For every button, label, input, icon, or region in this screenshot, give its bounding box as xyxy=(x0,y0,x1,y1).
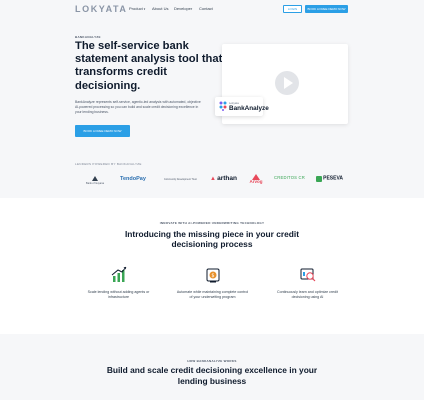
bankanalyze-logo-icon xyxy=(219,101,227,111)
partner-logo-cdt: Community Development Trust xyxy=(164,178,197,181)
feature-scale: Scale lending without adding agents or i… xyxy=(81,266,156,300)
svg-text:$: $ xyxy=(211,273,214,279)
hero-eyebrow: BANKANALYZE xyxy=(75,35,101,39)
hero-description: BankAnalyze represents self-service, age… xyxy=(75,100,201,114)
nav-link-contact[interactable]: Contact xyxy=(199,6,213,11)
hero-title: The self-service bank statement analysis… xyxy=(75,40,223,92)
section-title: Build and scale credit decisioning excel… xyxy=(106,365,318,386)
section-eyebrow: HOW BANKANALYZE WORKS xyxy=(187,359,237,363)
flame-icon: ▲ xyxy=(210,176,216,182)
partner-logo-text: PESEVA xyxy=(323,175,344,182)
partner-logo-creditos: CREDITOS CR xyxy=(274,175,305,180)
badge-product-name: BankAnalyze xyxy=(229,105,269,112)
feature-learn: Continuously learn and optimize credit d… xyxy=(270,266,345,300)
partner-logo-text: Bank of Guyana xyxy=(86,182,104,185)
bankanalyze-badge: Lokyata BankAnalyze xyxy=(215,97,269,116)
top-nav: LOKYATA Product▾ About Us Developer Cont… xyxy=(0,0,424,18)
peseva-mark-icon xyxy=(316,176,322,182)
partner-logo-bank-of-guyana: Bank of Guyana xyxy=(75,176,115,186)
login-button[interactable]: LOGIN xyxy=(283,5,302,13)
section-title: Introducing the missing piece in your cr… xyxy=(124,229,300,250)
logo[interactable]: LOKYATA xyxy=(75,4,128,14)
section-eyebrow: INNOVATE WITH AI-POWERED UNDERWRITING TE… xyxy=(159,221,265,225)
chevron-down-icon: ▾ xyxy=(143,7,146,11)
partner-logo-tendopay: TendoPay xyxy=(120,176,146,182)
partner-logo-text: arthan xyxy=(217,175,237,182)
book-demo-button[interactable]: BOOK A FREE DEMO NOW xyxy=(305,5,348,13)
nav-link-product[interactable]: Product▾ xyxy=(129,6,145,11)
automation-icon: $ xyxy=(206,268,219,283)
feature-text: Automate while maintaining complete cont… xyxy=(176,290,249,299)
hero-background xyxy=(0,0,424,198)
nav-link-label: Product xyxy=(129,6,143,11)
analytics-search-icon xyxy=(300,268,315,282)
partner-logo-arvog: Arvog xyxy=(248,174,264,185)
feature-automate: $ Automate while maintaining complete co… xyxy=(175,266,250,300)
partner-logo-arthan: ▲ arthan xyxy=(210,175,237,183)
nav-link-about[interactable]: About Us xyxy=(152,6,168,11)
hero-demo-button[interactable]: BOOK A FREE DEMO NOW xyxy=(75,125,130,137)
nav-link-developer[interactable]: Developer xyxy=(174,6,192,11)
growth-chart-icon xyxy=(111,266,126,282)
play-icon[interactable] xyxy=(275,71,299,95)
partner-logo-text: Arvog xyxy=(249,179,263,184)
partner-logo-peseva: PESEVA xyxy=(316,176,343,182)
feature-text: Scale lending without adding agents or i… xyxy=(87,290,150,299)
feature-text: Continuously learn and optimize credit d… xyxy=(277,290,338,299)
trust-label: LENDERS POWERED BY BANKANALYZE xyxy=(75,162,142,166)
